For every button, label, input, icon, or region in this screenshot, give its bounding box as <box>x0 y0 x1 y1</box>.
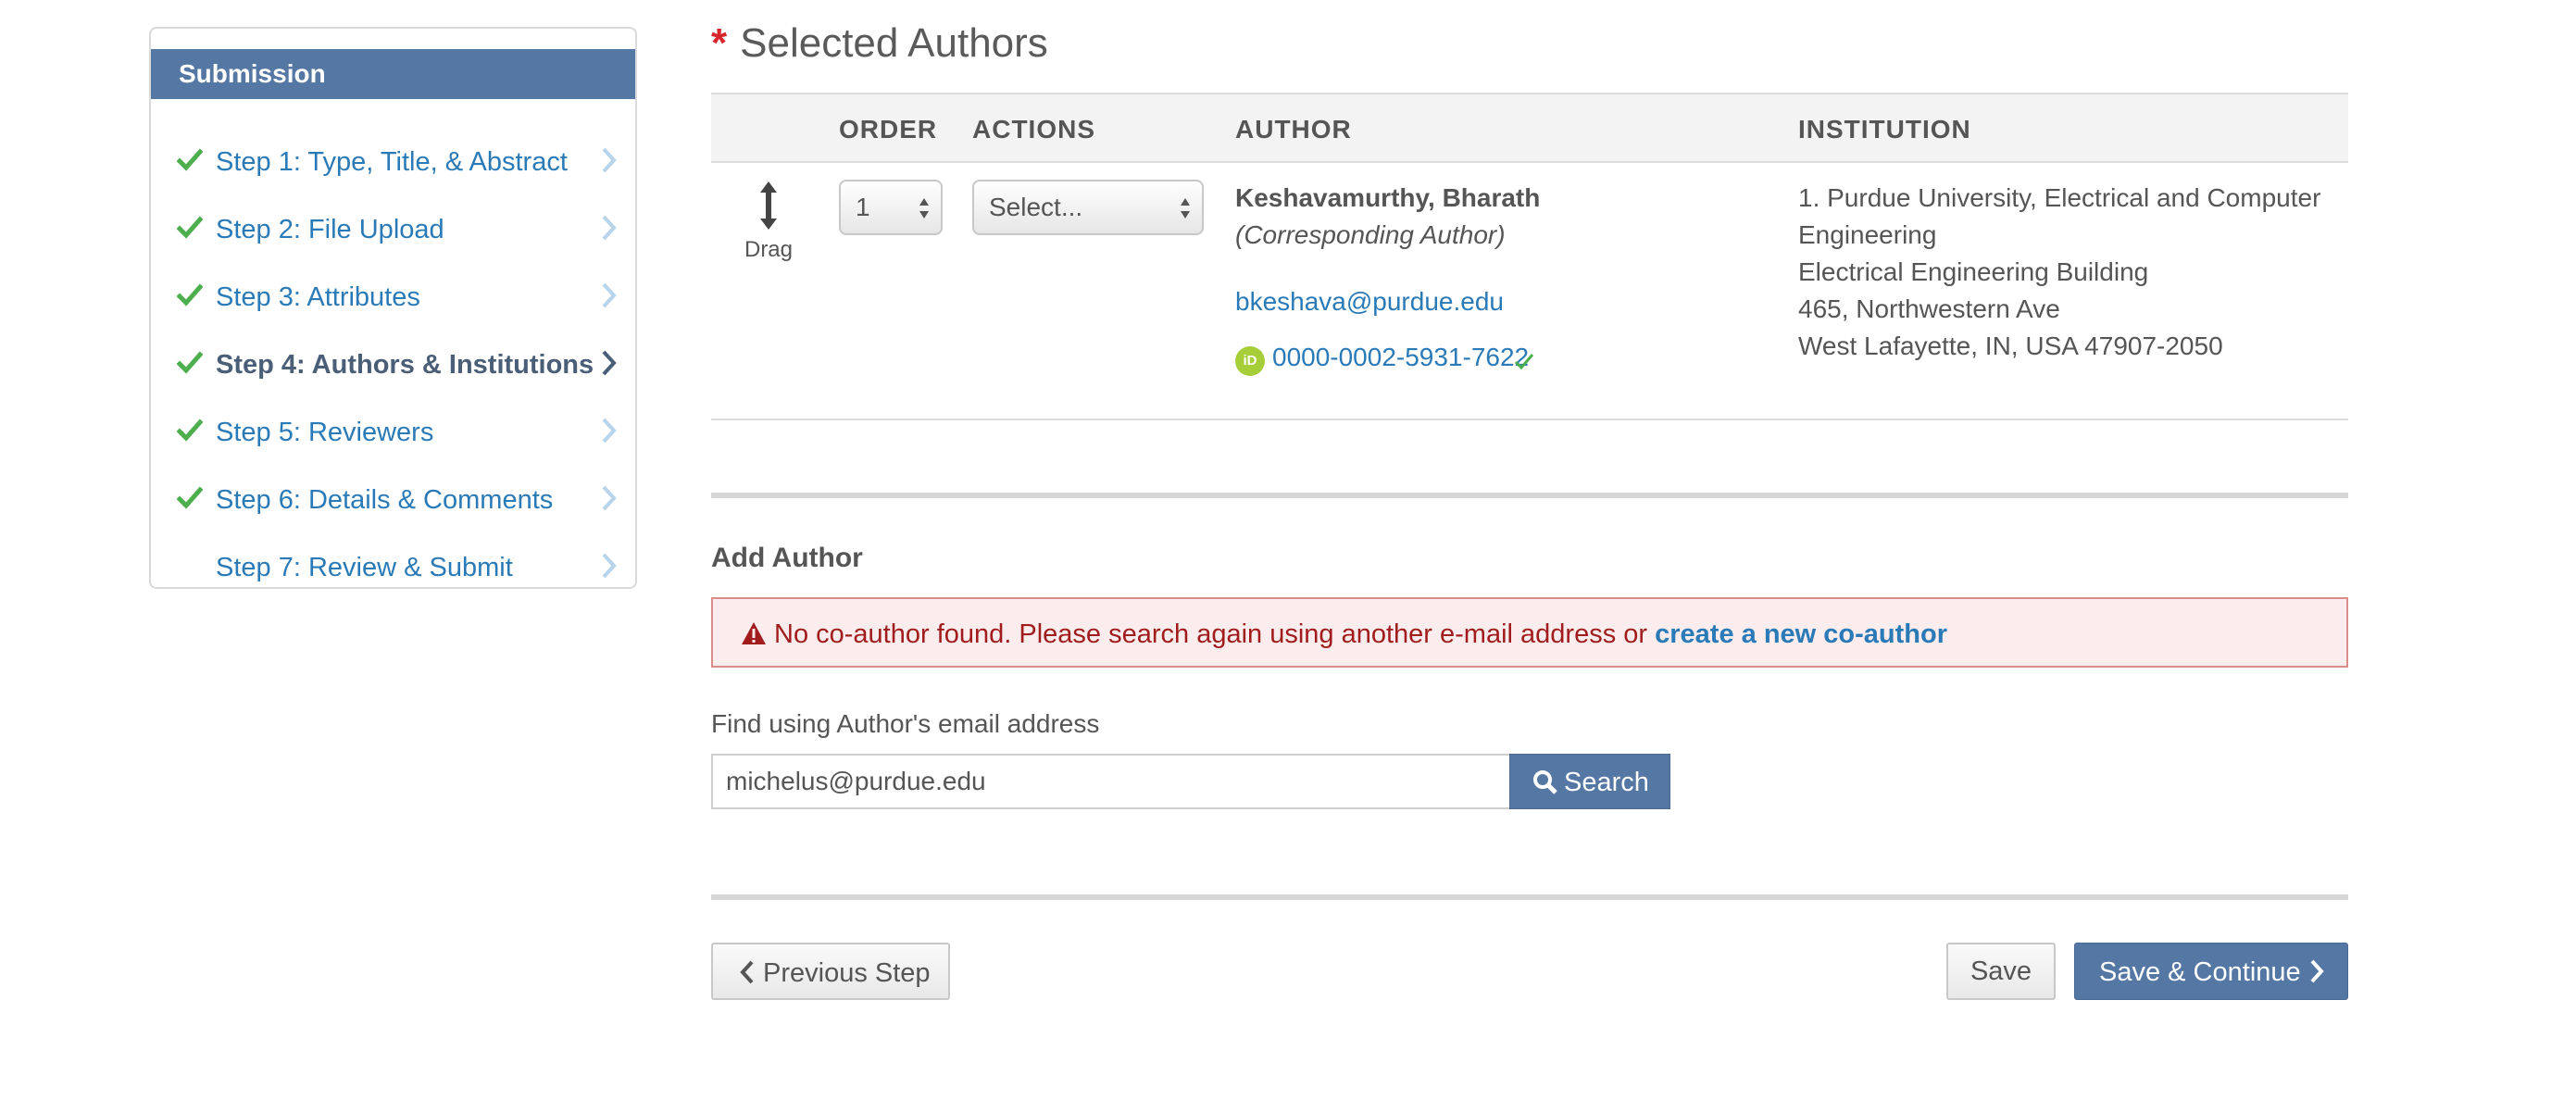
select-arrows-icon <box>919 198 929 219</box>
add-author-title: Add Author <box>711 543 863 573</box>
sidebar-step-4[interactable]: Step 4: Authors & Institutions <box>151 343 635 398</box>
previous-step-label: Previous Step <box>763 958 931 988</box>
chevron-right-icon <box>602 418 617 444</box>
save-button[interactable]: Save <box>1946 943 2056 1000</box>
chevron-right-icon <box>602 215 617 241</box>
chevron-right-icon <box>602 350 617 376</box>
table-header: ORDER ACTIONS AUTHOR INSTITUTION <box>711 94 2348 163</box>
order-select[interactable]: 1 <box>839 180 943 235</box>
column-header-institution: INSTITUTION <box>1798 115 1971 144</box>
section-divider <box>711 894 2348 900</box>
drag-vertical-icon <box>760 181 777 230</box>
author-name: Keshavamurthy, Bharath <box>1235 183 1541 212</box>
chevron-right-icon <box>602 282 617 308</box>
sidebar-step-label[interactable]: Step 4: Authors & Institutions <box>216 350 594 381</box>
institution-line: 465, Northwestern Ave <box>1798 294 2060 323</box>
institution-line: 1. Purdue University, Electrical and Com… <box>1798 183 2321 212</box>
find-email-label: Find using Author's email address <box>711 709 1100 738</box>
sidebar-step-5[interactable]: Step 5: Reviewers <box>151 410 635 466</box>
check-icon <box>177 283 203 306</box>
check-icon <box>177 351 203 374</box>
submission-sidebar: Submission Step 1: Type, Title, & Abstra… <box>149 27 637 589</box>
sidebar-step-label[interactable]: Step 2: File Upload <box>216 215 444 245</box>
chevron-right-icon <box>602 485 617 511</box>
create-coauthor-link[interactable]: create a new co-author <box>1655 619 1947 649</box>
required-marker: * <box>711 20 728 66</box>
check-icon <box>177 216 203 239</box>
author-email-link[interactable]: bkeshava@purdue.edu <box>1235 287 1504 317</box>
drag-label: Drag <box>744 237 794 262</box>
section-divider <box>711 493 2348 498</box>
chevron-right-icon <box>602 147 617 173</box>
search-button-label: Search <box>1564 768 1649 797</box>
column-header-author: AUTHOR <box>1235 115 1352 144</box>
selected-authors-table: ORDER ACTIONS AUTHOR INSTITUTION Drag 1 … <box>711 93 2348 420</box>
check-icon <box>177 486 203 509</box>
verified-check-icon <box>1514 354 1534 370</box>
chevron-left-icon <box>740 960 754 984</box>
sidebar-step-1[interactable]: Step 1: Type, Title, & Abstract <box>151 140 635 195</box>
sidebar-step-label[interactable]: Step 7: Review & Submit <box>216 553 513 583</box>
warning-icon <box>742 622 766 644</box>
sidebar-step-label[interactable]: Step 1: Type, Title, & Abstract <box>216 147 568 178</box>
institution-line: Engineering <box>1798 220 1937 249</box>
search-icon <box>1533 770 1557 794</box>
sidebar-step-label[interactable]: Step 3: Attributes <box>216 282 420 313</box>
institution-line: West Lafayette, IN, USA 47907-2050 <box>1798 331 2223 360</box>
actions-select[interactable]: Select... <box>972 180 1204 235</box>
author-email-input[interactable] <box>711 754 1509 809</box>
actions-select-value: Select... <box>989 193 1083 221</box>
author-role: (Corresponding Author) <box>1235 220 1506 249</box>
order-select-value: 1 <box>856 193 870 221</box>
check-icon <box>177 419 203 442</box>
drag-handle[interactable]: Drag <box>739 180 798 263</box>
column-header-actions: ACTIONS <box>972 115 1095 144</box>
no-coauthor-alert: No co-author found. Please search again … <box>711 597 2348 668</box>
save-continue-label: Save & Continue <box>2099 957 2301 987</box>
search-button[interactable]: Search <box>1509 754 1670 809</box>
alert-message: No co-author found. Please search again … <box>774 619 1947 650</box>
previous-step-button[interactable]: Previous Step <box>711 943 950 1000</box>
sidebar-step-2[interactable]: Step 2: File Upload <box>151 207 635 263</box>
page-title: * Selected Authors <box>711 20 1048 67</box>
sidebar-step-3[interactable]: Step 3: Attributes <box>151 275 635 331</box>
select-arrows-icon <box>1181 198 1190 219</box>
sidebar-step-7[interactable]: Step 7: Review & Submit <box>151 545 635 601</box>
orcid-icon: iD <box>1235 346 1265 376</box>
save-continue-button[interactable]: Save & Continue <box>2074 943 2348 1000</box>
sidebar-step-label[interactable]: Step 5: Reviewers <box>216 418 433 448</box>
orcid-link[interactable]: 0000-0002-5931-7622 <box>1272 343 1529 372</box>
sidebar-step-6[interactable]: Step 6: Details & Comments <box>151 478 635 533</box>
alert-text: No co-author found. Please search again … <box>774 619 1648 649</box>
institution-line: Electrical Engineering Building <box>1798 257 2149 286</box>
column-header-order: ORDER <box>839 115 938 144</box>
chevron-right-icon <box>602 553 617 579</box>
check-icon <box>177 148 203 171</box>
chevron-right-icon <box>2310 959 2324 983</box>
sidebar-step-label[interactable]: Step 6: Details & Comments <box>216 485 553 516</box>
page-title-text: Selected Authors <box>740 20 1048 66</box>
sidebar-title: Submission <box>151 49 635 99</box>
